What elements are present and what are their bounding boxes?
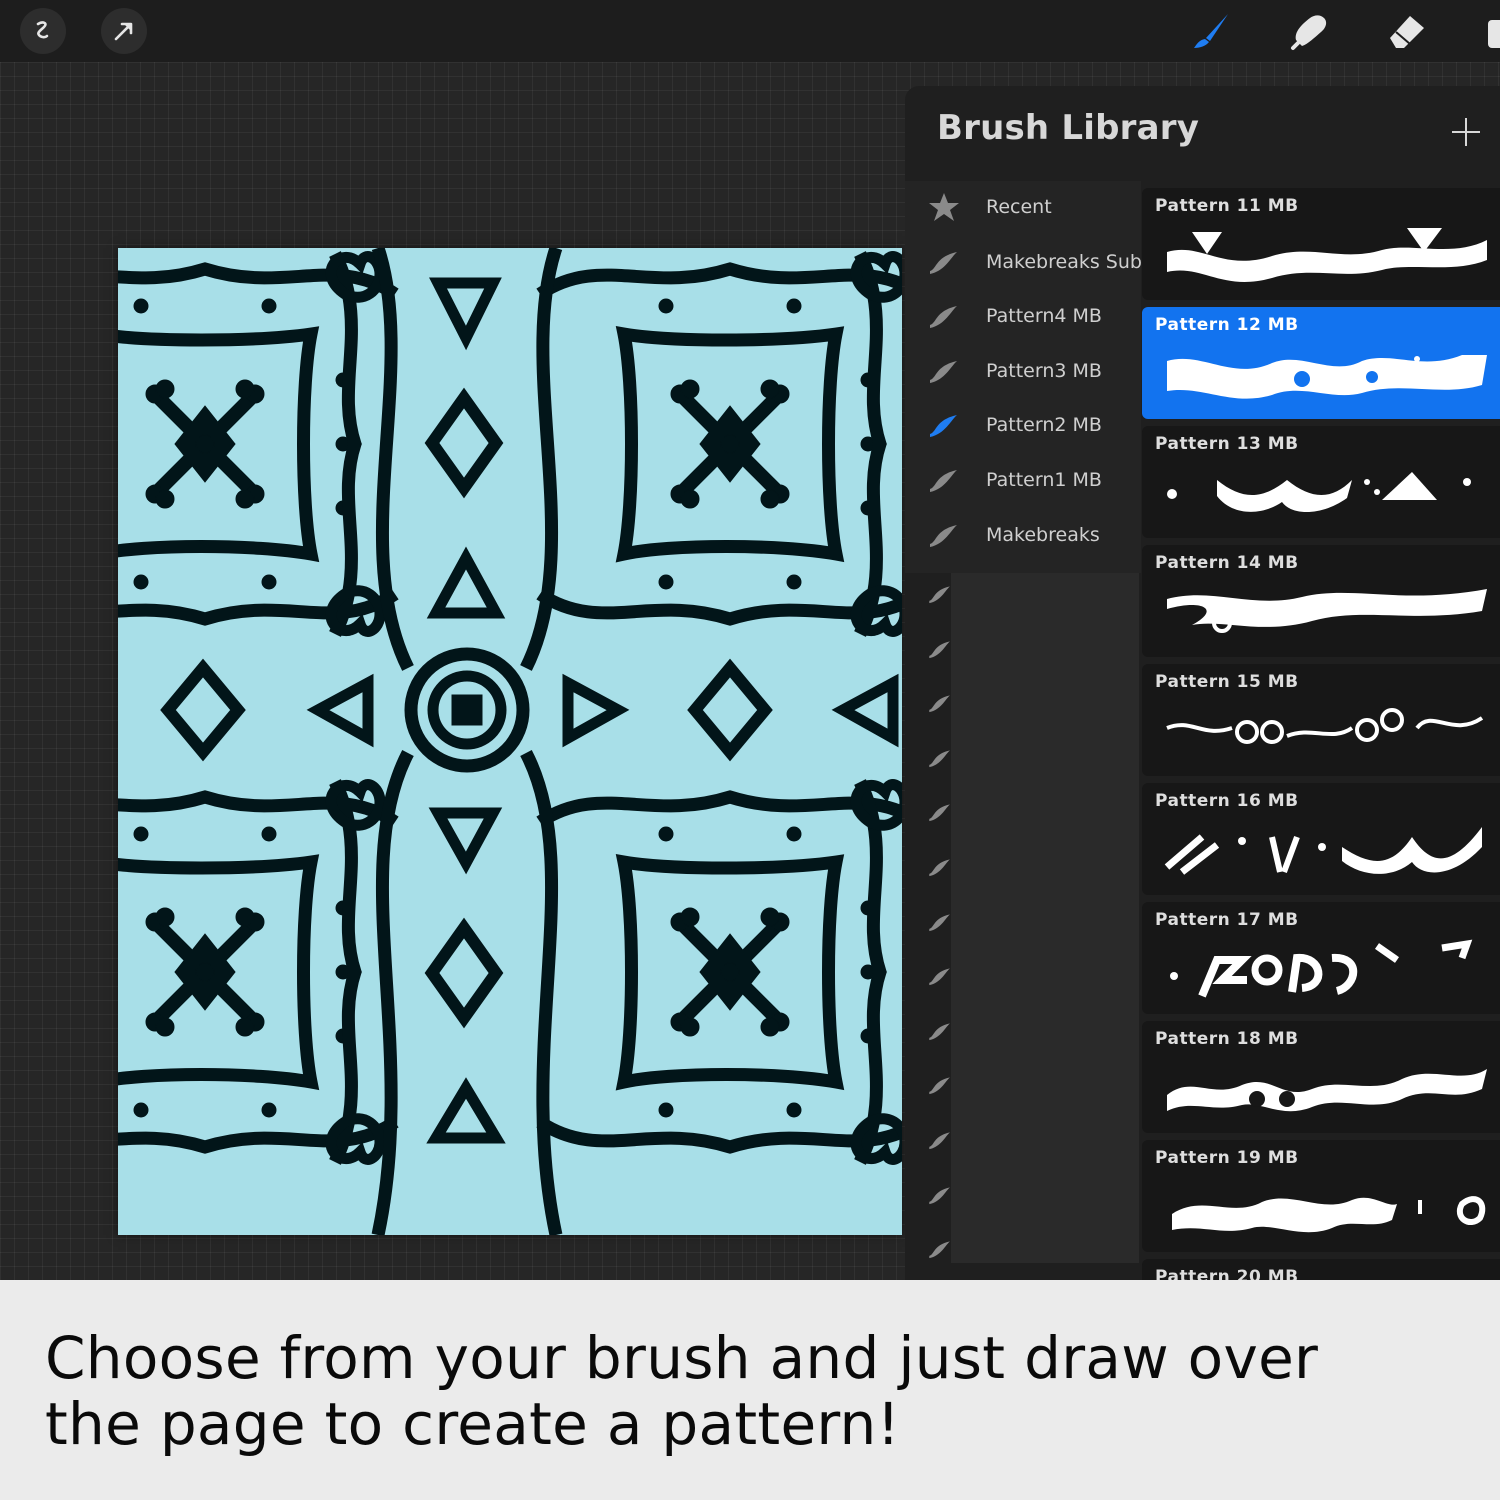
brush-pattern-14[interactable]: Pattern 14 MB — [1142, 545, 1500, 657]
modify-icon — [36, 21, 49, 39]
smudge-icon[interactable] — [1288, 10, 1330, 52]
brush-stroke-preview — [1167, 1069, 1487, 1112]
brush-stroke-icon — [929, 859, 950, 877]
brush-sets-list: Recent Makebreaks Subs Pattern4 MB Patte… — [905, 181, 1152, 564]
brush-stroke-preview — [1167, 355, 1487, 399]
panel-title: Brush Library — [937, 108, 1200, 148]
brush-stroke-icon — [929, 1241, 950, 1259]
brush-stroke-icon — [929, 1023, 950, 1040]
brush-pattern-12[interactable]: Pattern 12 MB — [1142, 307, 1500, 419]
brush-stroke-preview — [1167, 472, 1471, 513]
brush-name: Pattern 13 MB — [1155, 434, 1299, 454]
brush-stroke-preview — [1170, 939, 1473, 998]
brush-pattern-19[interactable]: Pattern 19 MB — [1142, 1140, 1500, 1252]
brush-stroke-icon — [929, 695, 950, 713]
brush-stroke-icon — [930, 524, 957, 547]
brush-stroke-icon — [929, 750, 950, 767]
brush-stroke-preview — [1167, 589, 1487, 633]
brush-icon[interactable] — [1190, 10, 1232, 52]
brush-stroke-icon — [930, 251, 957, 274]
brush-name: Pattern 17 MB — [1155, 910, 1299, 930]
brush-stroke-icon — [929, 913, 950, 931]
top-toolbar — [0, 0, 1500, 62]
caption-banner: Choose from your brush and just draw ove… — [0, 1280, 1500, 1500]
brush-set-label: Pattern4 MB — [986, 305, 1102, 328]
selection-arrow-icon — [114, 22, 133, 41]
brush-stroke-icon — [929, 640, 950, 658]
brush-pattern-13[interactable]: Pattern 13 MB — [1142, 426, 1500, 538]
layers-icon[interactable] — [1484, 10, 1500, 52]
brush-pattern-15[interactable]: Pattern 15 MB — [1142, 664, 1500, 776]
brush-stroke-icon — [930, 360, 957, 383]
brush-pattern-16[interactable]: Pattern 16 MB — [1142, 783, 1500, 895]
brush-set-recent[interactable]: Recent — [905, 181, 1141, 236]
brush-stroke-icon — [930, 415, 957, 438]
brush-stroke-preview — [1167, 228, 1487, 282]
brush-name: Pattern 16 MB — [1155, 791, 1299, 811]
brush-stroke-preview — [1164, 827, 1482, 875]
caption-line-2: the page to create a pattern! — [45, 1390, 901, 1458]
brush-stroke-icon — [930, 306, 957, 329]
brush-stroke-icon — [930, 469, 957, 492]
brush-set-pattern2[interactable]: Pattern2 MB — [905, 399, 1141, 454]
brush-name: Pattern 15 MB — [1155, 672, 1299, 692]
brush-stroke-icon — [929, 1077, 950, 1095]
brush-name: Pattern 12 MB — [1155, 315, 1299, 335]
brush-set-pattern3[interactable]: Pattern3 MB — [905, 345, 1141, 400]
brush-pattern-11[interactable]: Pattern 11 MB — [1142, 188, 1500, 300]
eraser-icon[interactable] — [1386, 10, 1428, 52]
brush-name: Pattern 18 MB — [1155, 1029, 1299, 1049]
brush-set-label: Pattern1 MB — [986, 468, 1102, 491]
brush-stroke-icon — [929, 804, 950, 822]
star-icon — [929, 193, 959, 221]
brush-pattern-20[interactable]: Pattern 20 MB — [1142, 1259, 1500, 1280]
brush-set-label: Pattern3 MB — [986, 359, 1102, 382]
brush-stroke-icon — [929, 586, 950, 604]
caption-text: Choose from your brush and just draw ove… — [45, 1325, 1445, 1457]
brush-set-label: Recent — [986, 196, 1052, 218]
brush-library-panel: Brush Library Recent Makebreaks Subs Pat… — [905, 86, 1500, 1280]
brush-stroke-icon — [929, 968, 950, 986]
brush-set-pattern1[interactable]: Pattern1 MB — [905, 454, 1141, 509]
brush-stroke-preview — [1172, 1196, 1486, 1233]
brush-set-label: Makebreaks Subs — [986, 250, 1152, 273]
brush-name: Pattern 14 MB — [1155, 553, 1299, 573]
brush-stroke-icon — [929, 1132, 950, 1150]
brush-name: Pattern 20 MB — [1155, 1267, 1299, 1280]
brush-set-pattern4[interactable]: Pattern4 MB — [905, 290, 1141, 345]
selection-button[interactable] — [101, 8, 147, 54]
brush-pattern-17[interactable]: Pattern 17 MB — [1142, 902, 1500, 1014]
brush-set-label: Pattern2 MB — [986, 414, 1102, 437]
brush-stroke-icon — [929, 1186, 950, 1204]
brush-name: Pattern 11 MB — [1155, 196, 1299, 216]
brush-stroke-preview — [1166, 708, 1484, 744]
artwork-canvas[interactable] — [118, 248, 902, 1235]
brush-sets-empty-area — [951, 573, 1139, 1263]
brush-pattern-18[interactable]: Pattern 18 MB — [1142, 1021, 1500, 1133]
modify-button[interactable] — [20, 8, 66, 54]
brush-set-makebreaks-subs[interactable]: Makebreaks Subs — [905, 236, 1152, 291]
brush-set-makebreaks[interactable]: Makebreaks — [905, 509, 1141, 564]
brush-name: Pattern 19 MB — [1155, 1148, 1299, 1168]
brush-set-label: Makebreaks — [986, 523, 1100, 546]
plus-icon[interactable] — [1450, 116, 1482, 148]
pattern-artwork — [118, 248, 902, 1235]
caption-line-1: Choose from your brush and just draw ove… — [45, 1324, 1319, 1392]
